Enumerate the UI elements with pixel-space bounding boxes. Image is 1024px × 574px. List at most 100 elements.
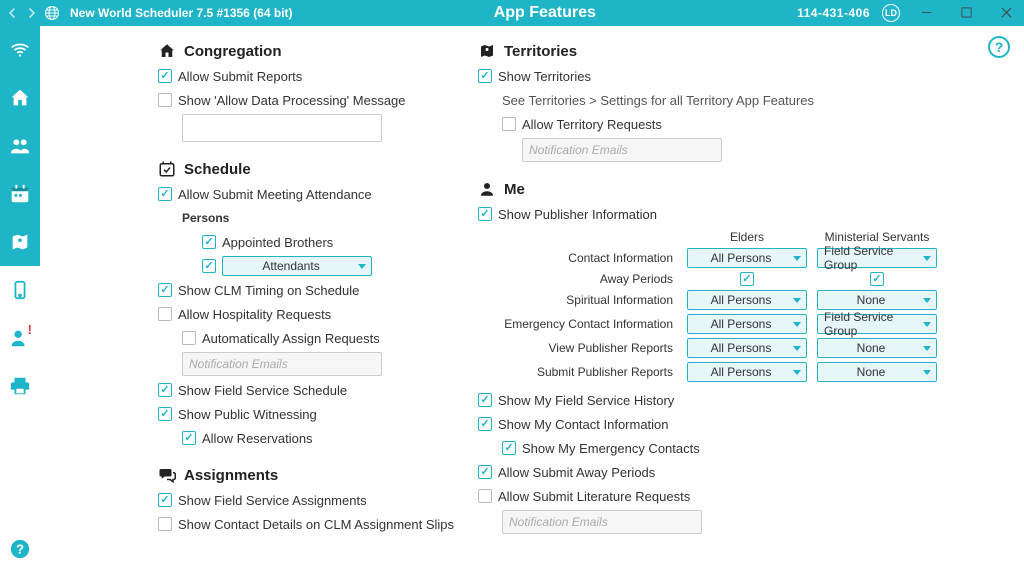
combo-contact-ms[interactable]: Field Service Group (817, 248, 937, 268)
label-appointed-brothers: Appointed Brothers (222, 235, 333, 250)
permissions-grid: Elders Ministerial Servants Contact Info… (502, 230, 938, 382)
label-show-contact-details: Show Contact Details on CLM Assignment S… (178, 517, 454, 532)
combo-emerg-elders[interactable]: All Persons (687, 314, 807, 334)
input-territory-notif[interactable] (522, 138, 722, 162)
combo-contact-elders[interactable]: All Persons (687, 248, 807, 268)
congregation-icon (158, 42, 176, 60)
perm-label: View Publisher Reports (502, 341, 677, 355)
combo-viewrep-elders[interactable]: All Persons (687, 338, 807, 358)
chk-allow-submit-away[interactable] (478, 465, 492, 479)
schedule-check-icon (158, 160, 176, 178)
person-icon (478, 180, 496, 198)
main-content: ? Congregation Allow Submit Reports Show… (40, 26, 1024, 573)
chk-show-my-emergency[interactable] (502, 441, 516, 455)
maximize-button[interactable] (952, 2, 980, 24)
label-allow-attendance: Allow Submit Meeting Attendance (178, 187, 372, 202)
perm-label: Away Periods (502, 272, 677, 286)
chk-away-ms[interactable] (870, 272, 884, 286)
sidebar-item-mobile[interactable] (0, 266, 40, 314)
persons-icon (9, 135, 31, 157)
chk-appointed-brothers[interactable] (202, 235, 216, 249)
perm-label: Emergency Contact Information (502, 317, 677, 331)
combo-emerg-ms[interactable]: Field Service Group (817, 314, 937, 334)
label-show-my-fsh: Show My Field Service History (498, 393, 674, 408)
help-circle-icon: ? (9, 538, 31, 560)
page-title: App Features (293, 4, 798, 22)
combo-spiritual-ms[interactable]: None (817, 290, 937, 310)
perm-label: Contact Information (502, 251, 677, 265)
chk-allow-territory-requests[interactable] (502, 117, 516, 131)
chk-show-public-witnessing[interactable] (158, 407, 172, 421)
home-icon (9, 87, 31, 109)
input-data-processing-text[interactable] (182, 114, 382, 142)
combo-viewrep-ms[interactable]: None (817, 338, 937, 358)
section-congregation: Congregation (158, 42, 468, 60)
comments-icon (158, 466, 176, 484)
sidebar-item-wifi[interactable] (0, 26, 40, 74)
label-auto-assign: Automatically Assign Requests (202, 331, 380, 346)
nav-back-button[interactable] (4, 4, 22, 22)
chk-show-data-processing[interactable] (158, 93, 172, 107)
chk-away-elders[interactable] (740, 272, 754, 286)
chk-show-my-fsh[interactable] (478, 393, 492, 407)
col-header-ms: Ministerial Servants (817, 230, 937, 244)
section-assignments: Assignments (158, 466, 468, 484)
sidebar-item-schedule[interactable] (0, 170, 40, 218)
sidebar-item-print[interactable] (0, 362, 40, 410)
sidebar: ! ? (0, 26, 40, 573)
perm-label: Submit Publisher Reports (502, 365, 677, 379)
label-show-fs-schedule: Show Field Service Schedule (178, 383, 347, 398)
chk-allow-hospitality[interactable] (158, 307, 172, 321)
chk-attendants[interactable] (202, 259, 216, 273)
chk-show-fs-schedule[interactable] (158, 383, 172, 397)
label-show-public-witnessing: Show Public Witnessing (178, 407, 317, 422)
chk-show-contact-details[interactable] (158, 517, 172, 531)
titlebar: New World Scheduler 7.5 #1356 (64 bit) A… (0, 0, 1024, 26)
chk-show-publisher-info[interactable] (478, 207, 492, 221)
combo-submitrep-ms[interactable]: None (817, 362, 937, 382)
section-title-label: Schedule (184, 161, 251, 178)
section-territories: Territories (478, 42, 938, 60)
chk-show-territories[interactable] (478, 69, 492, 83)
chk-auto-assign[interactable] (182, 331, 196, 345)
chk-allow-attendance[interactable] (158, 187, 172, 201)
label-allow-territory-requests: Allow Territory Requests (522, 117, 662, 132)
label-show-publisher-info: Show Publisher Information (498, 207, 657, 222)
perm-label: Spiritual Information (502, 293, 677, 307)
minimize-button[interactable] (912, 2, 940, 24)
label-allow-submit-reports: Allow Submit Reports (178, 69, 302, 84)
section-me: Me (478, 180, 938, 198)
chk-show-my-contact[interactable] (478, 417, 492, 431)
chk-show-fs-assignments[interactable] (158, 493, 172, 507)
chk-allow-submit-reports[interactable] (158, 69, 172, 83)
section-title-label: Congregation (184, 43, 282, 60)
label-show-territories: Show Territories (498, 69, 591, 84)
label-show-my-emergency: Show My Emergency Contacts (522, 441, 700, 456)
chk-allow-reservations[interactable] (182, 431, 196, 445)
chk-show-clm-timing[interactable] (158, 283, 172, 297)
sidebar-item-home[interactable] (0, 74, 40, 122)
input-schedule-notif[interactable] (182, 352, 382, 376)
page-help-button[interactable]: ? (988, 36, 1010, 58)
label-show-my-contact: Show My Contact Information (498, 417, 669, 432)
combo-spiritual-elders[interactable]: All Persons (687, 290, 807, 310)
sidebar-item-persons[interactable] (0, 122, 40, 170)
chk-allow-submit-lit[interactable] (478, 489, 492, 503)
sidebar-item-territories[interactable] (0, 218, 40, 266)
sidebar-item-help[interactable]: ? (0, 525, 40, 573)
user-badge[interactable]: LD (882, 4, 900, 22)
section-title-label: Territories (504, 43, 577, 60)
section-schedule: Schedule (158, 160, 468, 178)
combo-submitrep-elders[interactable]: All Persons (687, 362, 807, 382)
nav-forward-button[interactable] (22, 4, 40, 22)
globe-icon (44, 5, 60, 21)
input-me-notif[interactable] (502, 510, 702, 534)
sidebar-item-alerts[interactable]: ! (0, 314, 40, 362)
close-button[interactable] (992, 2, 1020, 24)
label-show-clm-timing: Show CLM Timing on Schedule (178, 283, 359, 298)
printer-icon (9, 375, 31, 397)
combo-attendants[interactable]: Attendants (222, 256, 372, 276)
section-title-label: Me (504, 181, 525, 198)
label-allow-reservations: Allow Reservations (202, 431, 313, 446)
label-allow-submit-away: Allow Submit Away Periods (498, 465, 655, 480)
